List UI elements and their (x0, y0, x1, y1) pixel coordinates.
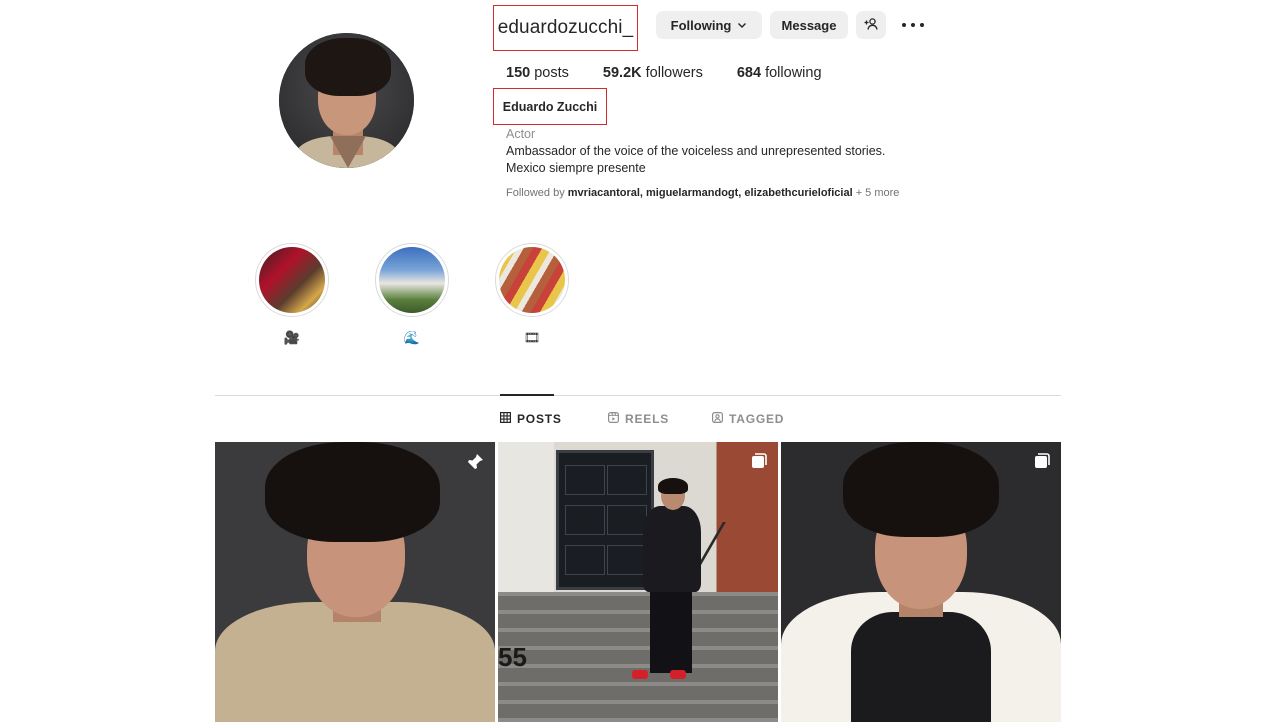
post-thumbnail[interactable] (781, 442, 1061, 722)
bio-line: Mexico siempre presente (506, 160, 646, 175)
bio-line: Ambassador of the voice of the voiceless… (506, 144, 886, 158)
posts-count: 150 (506, 65, 531, 81)
fullname-highlight-box: Eduardo Zucchi (493, 88, 607, 125)
profile-full-name: Eduardo Zucchi (502, 99, 598, 114)
chevron-down-icon (737, 18, 747, 33)
story-highlight[interactable] (375, 243, 449, 317)
following-count: 684 (736, 65, 762, 81)
profile-username: eduardozucchi_ (497, 17, 634, 38)
carousel-icon (1033, 452, 1051, 475)
tab-reels[interactable]: REELS (608, 412, 669, 426)
followers-count: 59.2K (602, 65, 642, 81)
followed-by-more[interactable]: + 5 more (856, 187, 900, 199)
tab-posts-label: POSTS (517, 412, 562, 426)
highlight-label: 🎥 (283, 330, 301, 345)
followers-stat[interactable]: 59.2K followers (603, 65, 703, 81)
posts-label: posts (534, 65, 569, 81)
door-shape (556, 450, 654, 590)
followed-by-names[interactable]: mvriacantoral, miguelarmandogt, elizabet… (568, 187, 853, 199)
following-button[interactable]: Following (656, 11, 762, 39)
story-highlight[interactable] (495, 243, 569, 317)
profile-bio: Ambassador of the voice of the voiceless… (506, 143, 926, 176)
followed-by[interactable]: Followed by mvriacantoral, miguelarmando… (506, 187, 899, 199)
carousel-icon (750, 452, 768, 475)
highlight-cover-3 (499, 247, 565, 313)
profile-avatar[interactable] (279, 33, 414, 168)
add-user-icon (864, 17, 878, 34)
tabs-divider (215, 395, 1061, 396)
profile-stats: 150 posts 59.2K followers 684 following (506, 65, 856, 81)
highlight-label: 🌊 (403, 330, 421, 345)
post-thumbnail[interactable]: 55 (498, 442, 778, 722)
post-thumbnail[interactable] (215, 442, 495, 722)
profile-category: Actor (506, 127, 536, 141)
story-highlight[interactable] (255, 243, 329, 317)
add-user-button[interactable] (856, 11, 886, 39)
highlight-cover-1 (259, 247, 325, 313)
following-label-stat: following (765, 65, 822, 81)
active-tab-indicator (500, 394, 554, 396)
followers-label: followers (645, 65, 703, 81)
address-number: 55 (498, 642, 527, 672)
tab-posts[interactable]: POSTS (500, 412, 562, 426)
followed-by-prefix: Followed by (506, 187, 565, 199)
message-button[interactable]: Message (770, 11, 848, 39)
pin-icon (465, 452, 485, 477)
message-label: Message (781, 17, 837, 33)
tagged-icon (712, 412, 724, 426)
posts-stat[interactable]: 150 posts (506, 65, 569, 81)
highlight-cover-2 (379, 247, 445, 313)
grid-icon (500, 412, 512, 426)
more-options-icon[interactable] (902, 16, 924, 34)
tab-tagged-label: TAGGED (729, 412, 785, 426)
tab-reels-label: REELS (625, 412, 670, 426)
username-highlight-box: eduardozucchi_ (493, 5, 638, 51)
highlight-label: 🎞 (523, 330, 541, 345)
following-stat[interactable]: 684 following (737, 65, 822, 81)
tab-tagged[interactable]: TAGGED (712, 412, 784, 426)
following-label: Following (670, 17, 732, 33)
reels-icon (608, 412, 620, 426)
